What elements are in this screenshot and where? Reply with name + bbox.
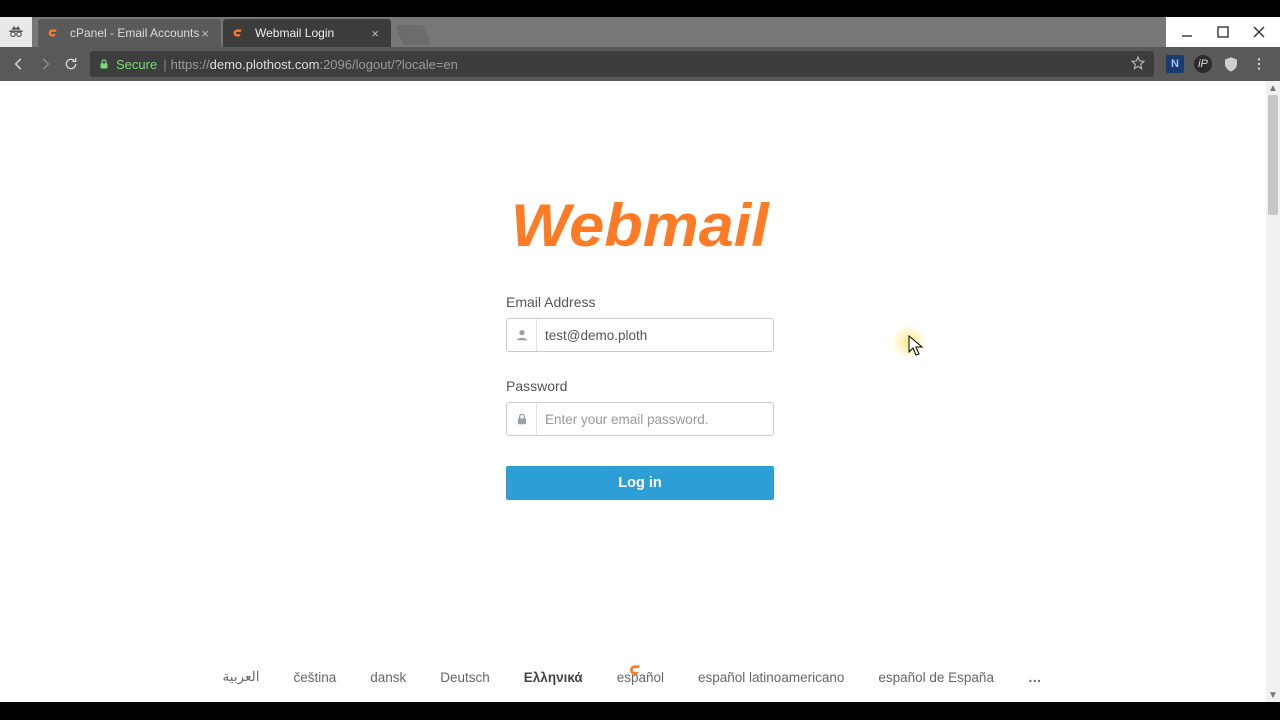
- cpanel-footer-logo: [629, 663, 651, 682]
- email-label: Email Address: [506, 294, 774, 310]
- vertical-scrollbar[interactable]: ▲ ▼: [1266, 81, 1280, 702]
- nav-reload-button[interactable]: [58, 51, 84, 77]
- email-field-wrapper: [506, 318, 774, 352]
- scroll-thumb[interactable]: [1268, 95, 1278, 215]
- chrome-menu-icon[interactable]: [1250, 55, 1268, 73]
- window-close-button[interactable]: [1252, 25, 1266, 39]
- nav-forward-button[interactable]: [32, 51, 58, 77]
- letterbox-bottom: [0, 702, 1280, 720]
- window-controls: [1166, 17, 1280, 47]
- url-omnibox[interactable]: Secure | https://demo.plothost.com:2096/…: [90, 51, 1154, 77]
- address-bar: Secure | https://demo.plothost.com:2096/…: [0, 47, 1280, 81]
- extension-icon-2[interactable]: iP: [1194, 55, 1212, 73]
- letterbox-top: [0, 0, 1280, 17]
- tab-title: cPanel - Email Accounts: [70, 26, 199, 40]
- tab-title: Webmail Login: [255, 26, 334, 40]
- tab-close-icon[interactable]: ×: [199, 26, 211, 41]
- extension-icon-shield[interactable]: [1222, 55, 1240, 73]
- url-scheme: https://: [171, 57, 210, 72]
- cpanel-icon: [48, 26, 62, 40]
- lang-el[interactable]: Ελληνικά: [524, 670, 583, 685]
- click-highlight: [890, 326, 928, 358]
- scroll-up-icon[interactable]: ▲: [1266, 81, 1280, 95]
- secure-label: Secure: [116, 57, 157, 72]
- lock-icon: [507, 403, 537, 435]
- lock-icon: [98, 57, 110, 71]
- login-page: Webmail Email Address Password Log in ال…: [0, 81, 1280, 702]
- new-tab-button[interactable]: [395, 25, 431, 45]
- lang-cs[interactable]: čeština: [293, 670, 336, 685]
- extension-icon-1[interactable]: N: [1166, 55, 1184, 73]
- password-field-wrapper: [506, 402, 774, 436]
- mouse-cursor-icon: [908, 335, 924, 362]
- url-path: :2096/logout/?locale=en: [319, 57, 457, 72]
- window-minimize-button[interactable]: [1180, 25, 1194, 39]
- lang-ar[interactable]: العربية: [223, 669, 260, 685]
- nav-back-button[interactable]: [6, 51, 32, 77]
- separator: |: [163, 57, 166, 72]
- lang-es-es[interactable]: español de España: [878, 670, 994, 685]
- lang-da[interactable]: dansk: [370, 670, 406, 685]
- tab-close-icon[interactable]: ×: [369, 26, 381, 41]
- tab-strip: cPanel - Email Accounts × Webmail Login …: [32, 17, 1280, 47]
- password-input[interactable]: [537, 403, 773, 435]
- lang-de[interactable]: Deutsch: [440, 670, 490, 685]
- webmail-logo: Webmail: [511, 191, 769, 260]
- password-label: Password: [506, 378, 774, 394]
- lang-es-la[interactable]: español latinoamericano: [698, 670, 844, 685]
- login-button[interactable]: Log in: [506, 466, 774, 500]
- incognito-badge: [0, 17, 32, 47]
- email-input[interactable]: [537, 319, 773, 351]
- bookmark-star-icon[interactable]: [1130, 55, 1146, 74]
- tab-webmail-login[interactable]: Webmail Login ×: [223, 19, 391, 47]
- page-viewport: Webmail Email Address Password Log in ال…: [0, 81, 1280, 702]
- window-maximize-button[interactable]: [1216, 25, 1230, 39]
- login-form: Email Address Password Log in: [506, 294, 774, 500]
- scroll-down-icon[interactable]: ▼: [1266, 688, 1280, 702]
- user-icon: [507, 319, 537, 351]
- url-host: demo.plothost.com: [210, 57, 320, 72]
- lang-more[interactable]: …: [1028, 670, 1044, 685]
- extension-icons: N iP: [1160, 55, 1274, 73]
- tab-cpanel-email-accounts[interactable]: cPanel - Email Accounts ×: [38, 19, 221, 47]
- cpanel-icon: [233, 26, 247, 40]
